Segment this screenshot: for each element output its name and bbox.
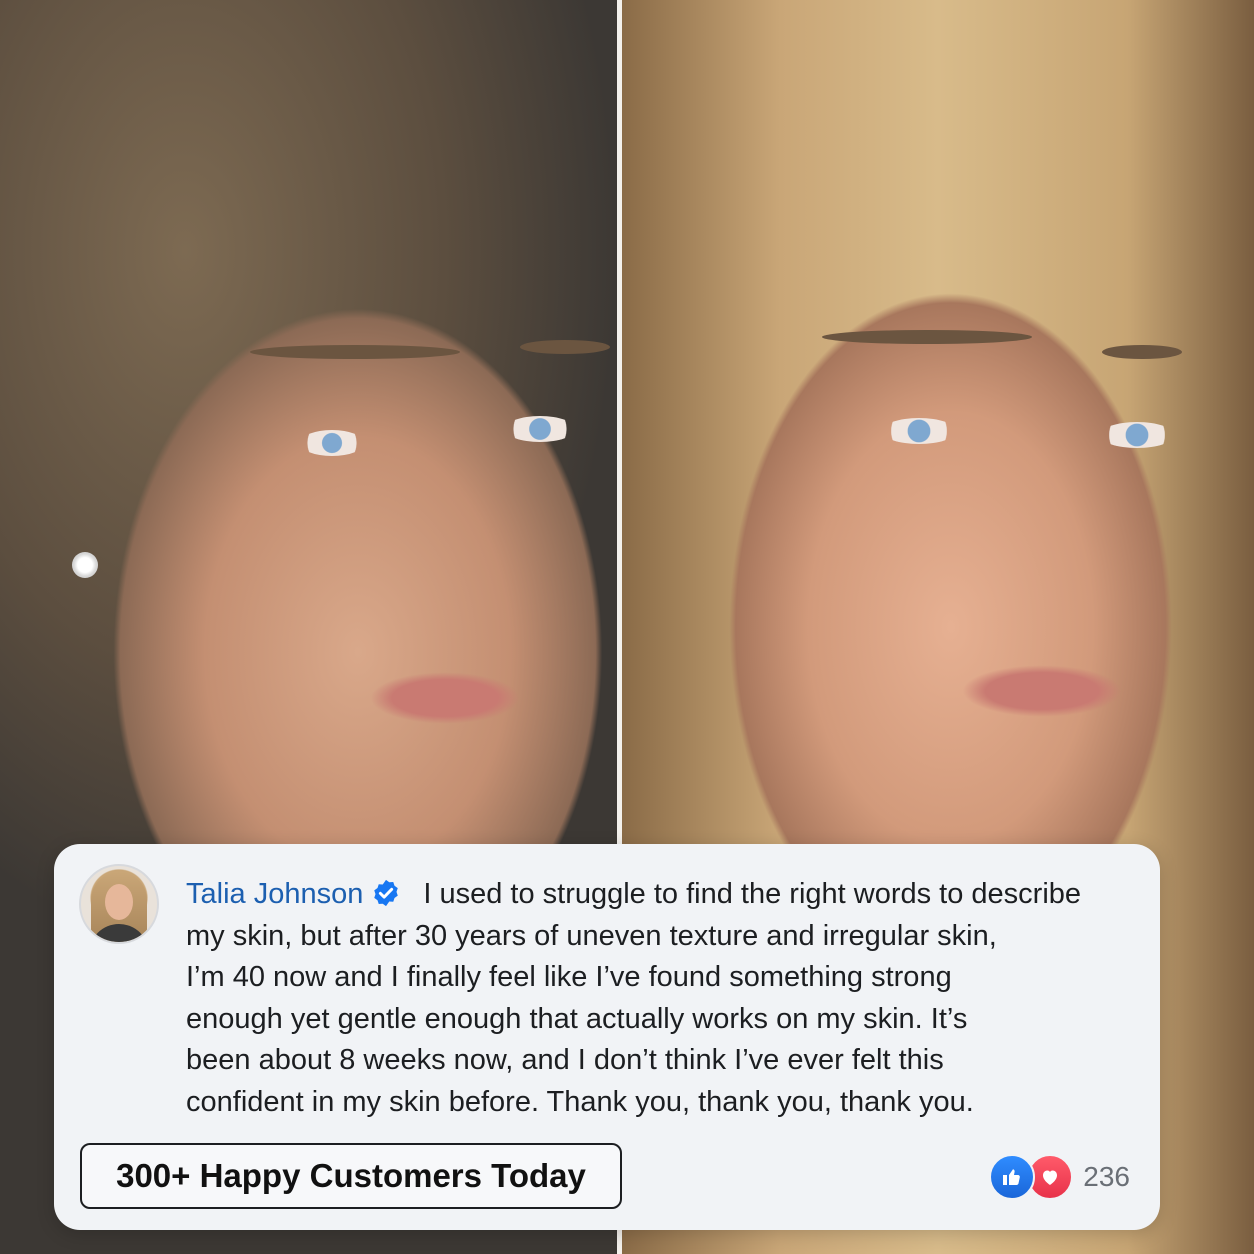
left-eye — [882, 418, 956, 444]
lips — [962, 665, 1122, 717]
right-eye — [505, 416, 575, 442]
thumbs-up-icon — [989, 1154, 1036, 1200]
author-name[interactable]: Talia Johnson — [186, 878, 363, 910]
review-line: been about 8 weeks now, and I don’t thin… — [186, 1044, 944, 1077]
review-line: confident in my skin before. Thank you, … — [186, 1085, 974, 1118]
review-line: my skin, but after 30 years of uneven te… — [186, 919, 997, 952]
review-card: Talia Johnson I used to struggle to find … — [54, 844, 1160, 1230]
reaction-count: 236 — [1083, 1161, 1130, 1192]
right-eyebrow — [1102, 345, 1182, 359]
lips — [370, 672, 520, 724]
reactions[interactable]: 236 — [989, 1153, 1130, 1201]
review-line: I’m 40 now and I finally feel like I’ve … — [186, 961, 952, 994]
happy-customers-button[interactable]: 300+ Happy Customers Today — [80, 1143, 622, 1209]
right-eyebrow — [520, 340, 610, 354]
avatar[interactable] — [79, 864, 159, 944]
review-line: enough yet gentle enough that actually w… — [186, 1002, 968, 1035]
earring — [72, 552, 98, 578]
left-eye — [300, 430, 364, 456]
review-body: Talia Johnson I used to struggle to find … — [186, 874, 1141, 1124]
left-eyebrow — [250, 345, 460, 359]
verified-badge-icon — [371, 878, 401, 908]
left-eyebrow — [822, 330, 1032, 344]
right-eye — [1100, 422, 1174, 448]
review-line: I used to struggle to find the right wor… — [423, 878, 1082, 910]
